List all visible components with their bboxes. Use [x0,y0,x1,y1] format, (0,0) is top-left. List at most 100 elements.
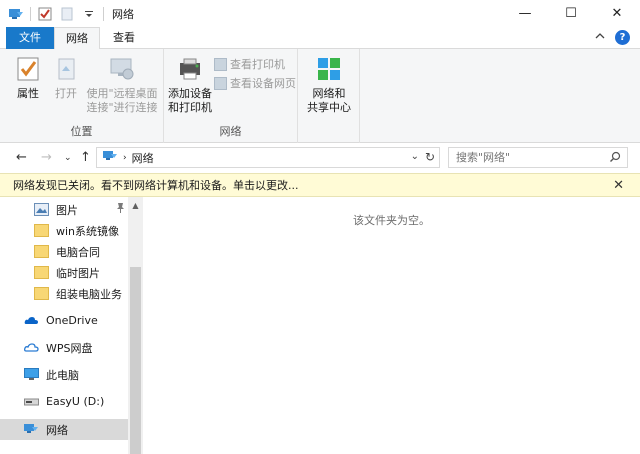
toolbar-separator [103,6,104,21]
network-sharing-center-label-line2: 共享中心 [307,101,351,114]
nav-item-label: 网络 [46,423,68,437]
pictures-icon [34,203,49,216]
search-input[interactable] [449,148,599,167]
nav-item-label: OneDrive [46,314,98,327]
open-icon [52,55,80,83]
network-icon [8,6,24,22]
nav-scrollbar[interactable]: ▲ [128,197,143,454]
tab-network[interactable]: 网络 [54,27,100,50]
nav-item-pictures[interactable]: 图片 [0,199,128,220]
view-printers-icon [214,57,227,71]
network-sharing-center-icon [315,55,343,83]
ribbon-group-network: 添加设备 和打印机 查看打印机 查看设备网页 网络 [164,49,298,143]
refresh-icon[interactable]: ↻ [425,150,435,164]
view-device-webpage-button[interactable]: 查看设备网页 [214,75,296,91]
search-box[interactable] [448,147,628,168]
nav-item-label: 图片 [56,203,78,217]
group-label-location: 位置 [70,125,93,138]
customize-toolbar-icon[interactable] [81,6,97,22]
collapse-ribbon-icon[interactable] [595,31,605,44]
properties-button[interactable]: 属性 [10,55,46,101]
view-device-webpage-icon [214,76,227,90]
tab-view[interactable]: 查看 [102,27,146,49]
onedrive-icon [24,314,39,327]
scroll-up-icon[interactable]: ▲ [128,201,143,210]
nav-item-label: win系统镜像 [56,224,120,238]
forward-button[interactable]: → [41,150,52,165]
properties-icon[interactable] [37,6,53,22]
breadcrumb-separator-icon[interactable]: › [123,153,127,163]
nav-item-folder[interactable]: 临时图片 [0,262,128,283]
ribbon-group-sharing: 网络和 共享中心 [298,49,360,143]
nav-item-label: 电脑合同 [56,245,100,259]
arrow-left-icon: ← [16,150,27,165]
nav-item-label: 组装电脑业务 [56,287,122,301]
breadcrumb-network[interactable]: 网络 [132,150,154,166]
quick-access-toolbar [8,6,104,22]
folder-icon [34,224,49,237]
remote-desktop-icon [108,55,136,83]
drive-icon [24,395,39,408]
ribbon-group-location: 属性 打开 使用"远程桌面 连接"进行连接 位置 [0,49,164,143]
group-label-network: 网络 [219,125,242,138]
remote-desktop-button[interactable]: 使用"远程桌面 连接"进行连接 [84,55,160,115]
properties-label: 属性 [17,87,39,100]
remote-desktop-label-line1: 使用"远程桌面 [86,87,158,100]
properties-icon [14,55,42,83]
navigation-bar: ← → ⌄ ↑ › 网络 ⌄ ↻ [0,143,640,173]
arrow-right-icon: → [41,150,52,165]
title-bar: 网络 — ☐ ✕ [0,0,640,27]
up-button[interactable]: ↑ [80,150,91,165]
nav-item-this-pc[interactable]: 此电脑 [0,364,128,385]
pin-icon[interactable] [116,202,125,216]
view-printers-label: 查看打印机 [230,58,285,71]
folder-icon [34,266,49,279]
view-device-webpage-label: 查看设备网页 [230,77,296,90]
add-device-icon [176,55,204,83]
nav-item-label: 临时图片 [56,266,100,280]
file-list-area[interactable]: 该文件夹为空。 [143,197,640,454]
nav-item-wps-cloud[interactable]: WPS网盘 [0,337,128,358]
new-folder-icon[interactable] [59,6,75,22]
folder-icon [34,287,49,300]
network-sharing-center-label-line1: 网络和 [312,87,346,100]
open-button[interactable]: 打开 [50,55,82,101]
nav-item-drive[interactable]: EasyU (D:) [0,391,128,412]
network-icon [103,150,118,165]
network-icon [24,423,39,436]
view-printers-button[interactable]: 查看打印机 [214,56,285,72]
close-button[interactable]: ✕ [594,0,640,27]
tab-file[interactable]: 文件 [6,27,54,49]
chevron-down-icon: ⌄ [64,153,72,163]
this-pc-icon [24,368,39,381]
search-icon[interactable] [609,151,621,166]
empty-folder-message: 该文件夹为空。 [353,214,430,227]
toolbar-separator [30,6,31,21]
recent-locations-button[interactable]: ⌄ [64,153,72,163]
infobar-message[interactable]: 网络发现已关闭。看不到网络计算机和设备。单击以更改... [13,177,299,193]
wps-cloud-icon [24,341,39,354]
nav-item-label: EasyU (D:) [46,395,105,408]
address-dropdown-icon[interactable]: ⌄ [411,151,419,162]
back-button[interactable]: ← [16,150,27,165]
scroll-thumb[interactable] [130,267,141,454]
nav-item-label: WPS网盘 [46,341,93,355]
network-discovery-infobar[interactable]: 网络发现已关闭。看不到网络计算机和设备。单击以更改... ✕ [0,173,640,197]
nav-item-folder[interactable]: 电脑合同 [0,241,128,262]
add-device-label-line1: 添加设备 [168,87,212,100]
infobar-close-icon[interactable]: ✕ [613,178,624,193]
arrow-up-icon: ↑ [80,150,91,165]
network-sharing-center-button[interactable]: 网络和 共享中心 [302,55,356,115]
add-device-button[interactable]: 添加设备 和打印机 [166,55,214,115]
nav-item-onedrive[interactable]: OneDrive [0,310,128,331]
nav-item-network[interactable]: 网络 [0,419,128,440]
maximize-button[interactable]: ☐ [548,0,594,27]
open-label: 打开 [55,87,77,100]
nav-item-folder[interactable]: win系统镜像 [0,220,128,241]
minimize-button[interactable]: — [502,0,548,27]
remote-desktop-label-line2: 连接"进行连接 [86,101,158,114]
nav-item-folder[interactable]: 组装电脑业务 [0,283,128,304]
address-bar[interactable]: › 网络 ⌄ ↻ [96,147,440,168]
help-icon[interactable]: ? [615,30,630,45]
window-title: 网络 [112,7,134,21]
